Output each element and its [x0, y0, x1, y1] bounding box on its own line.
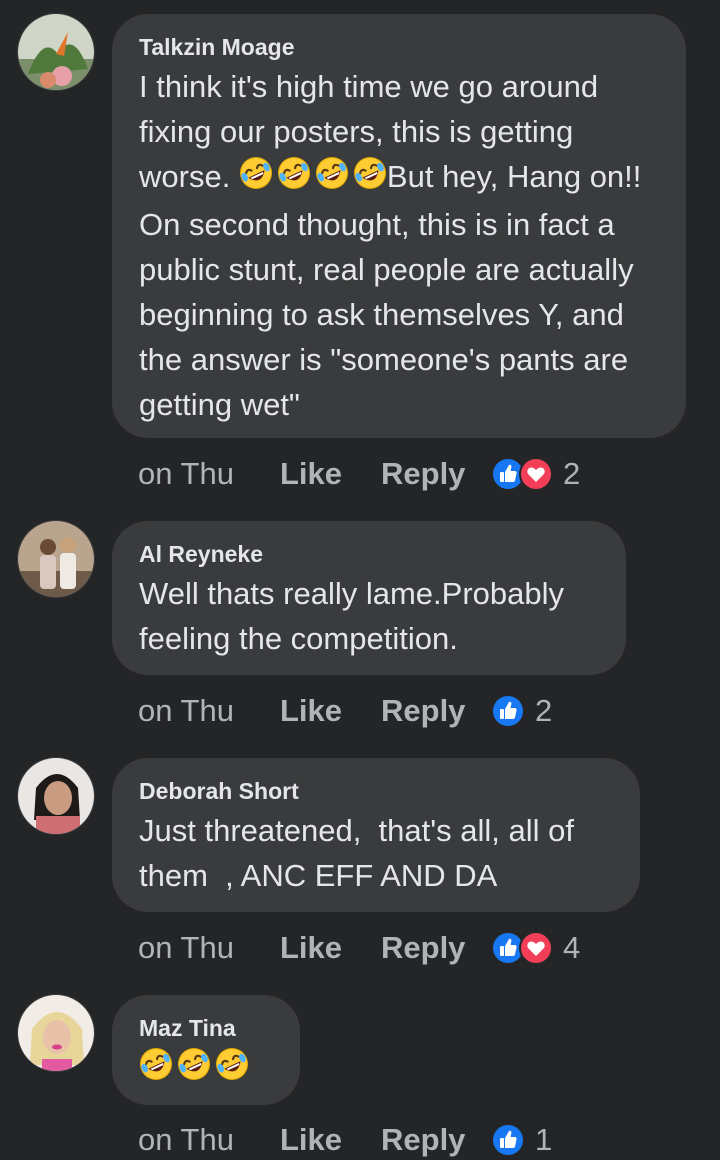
like-button[interactable]: Like: [280, 930, 381, 966]
reply-button[interactable]: Reply: [381, 1122, 491, 1158]
reaction-icons: [491, 1123, 525, 1157]
reaction-summary[interactable]: 1: [491, 1122, 552, 1158]
comment-author[interactable]: Al Reyneke: [139, 541, 600, 567]
comment-bubble: Maz Tina: [112, 995, 300, 1105]
comment-timestamp[interactable]: on Thu: [138, 693, 280, 729]
comment-actions: on Thu Like Reply 2: [138, 452, 580, 496]
reaction-summary[interactable]: 2: [491, 456, 580, 492]
reaction-icons: [491, 694, 525, 728]
reaction-count: 1: [535, 1122, 553, 1157]
like-button[interactable]: Like: [280, 1122, 381, 1158]
comment-timestamp[interactable]: on Thu: [138, 930, 280, 966]
rolling-on-floor-laughing-emoji-icon: [239, 156, 273, 202]
reply-button[interactable]: Reply: [381, 693, 491, 729]
avatar[interactable]: [17, 520, 95, 598]
reaction-count: 2: [535, 693, 553, 728]
emoji-group: [239, 156, 387, 202]
comment-text: Just threatened, that's all, all of them…: [139, 813, 583, 893]
love-reaction-icon: [519, 457, 553, 491]
comment-author[interactable]: Talkzin Moage: [139, 34, 660, 60]
comment-bubble: Deborah Short Just threatened, that's al…: [112, 758, 640, 912]
reaction-summary[interactable]: 4: [491, 930, 580, 966]
rolling-on-floor-laughing-emoji-icon: [139, 1047, 173, 1093]
rolling-on-floor-laughing-emoji-icon: [177, 1047, 211, 1093]
reaction-count: 2: [563, 456, 581, 491]
avatar[interactable]: [17, 13, 95, 91]
emoji-group: [139, 1047, 249, 1093]
comment-timestamp[interactable]: on Thu: [138, 1122, 280, 1158]
comment-text: [139, 1045, 274, 1093]
reaction-summary[interactable]: 2: [491, 693, 552, 729]
comment-text-part: But hey, Hang on!! On second thought, th…: [139, 159, 651, 422]
like-button[interactable]: Like: [280, 456, 381, 492]
comment-timestamp[interactable]: on Thu: [138, 456, 280, 492]
love-reaction-icon: [519, 931, 553, 965]
comment-text: I think it's high time we go around fixi…: [139, 64, 660, 427]
reaction-count: 4: [563, 930, 581, 965]
comment-text: Well thats really lame.Probably feeling …: [139, 576, 573, 656]
avatar[interactable]: [17, 757, 95, 835]
rolling-on-floor-laughing-emoji-icon: [215, 1047, 249, 1093]
rolling-on-floor-laughing-emoji-icon: [315, 156, 349, 202]
comment-author[interactable]: Maz Tina: [139, 1015, 274, 1041]
like-button[interactable]: Like: [280, 693, 381, 729]
like-reaction-icon: [491, 694, 525, 728]
comment-actions: on Thu Like Reply 4: [138, 926, 580, 970]
comment-actions: on Thu Like Reply 1: [138, 1118, 552, 1160]
reaction-icons: [491, 931, 553, 965]
comment-bubble: Al Reyneke Well thats really lame.Probab…: [112, 521, 626, 675]
comment-actions: on Thu Like Reply 2: [138, 689, 552, 733]
reply-button[interactable]: Reply: [381, 456, 491, 492]
reaction-icons: [491, 457, 553, 491]
reply-button[interactable]: Reply: [381, 930, 491, 966]
comment-bubble: Talkzin Moage I think it's high time we …: [112, 14, 686, 438]
like-reaction-icon: [491, 1123, 525, 1157]
avatar[interactable]: [17, 994, 95, 1072]
rolling-on-floor-laughing-emoji-icon: [353, 156, 387, 202]
rolling-on-floor-laughing-emoji-icon: [277, 156, 311, 202]
comment-author[interactable]: Deborah Short: [139, 778, 614, 804]
comment-feed: Talkzin Moage I think it's high time we …: [0, 0, 720, 1160]
